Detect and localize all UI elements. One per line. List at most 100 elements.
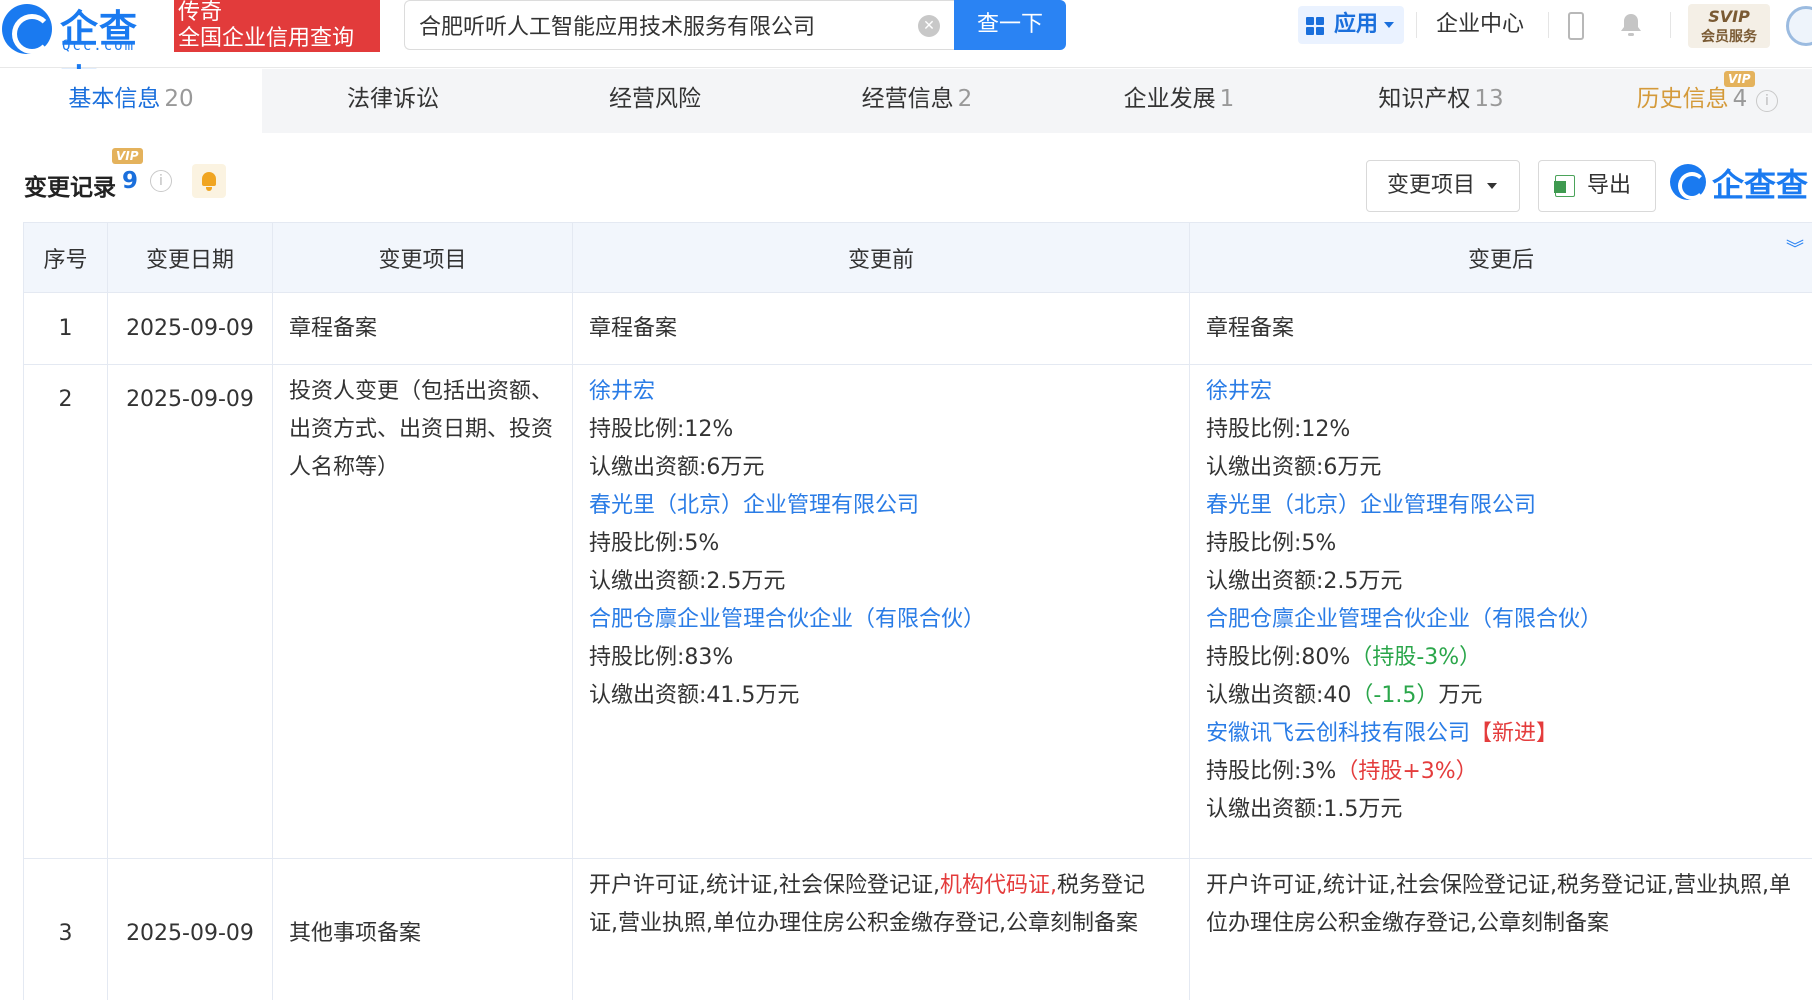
- search-input[interactable]: [419, 1, 899, 49]
- new-investor-line: 安徽讯飞云创科技有限公司【新进】: [1206, 715, 1796, 753]
- row-date-text: 2025-09-09: [126, 387, 254, 412]
- investor-link[interactable]: 徐井宏: [589, 373, 1173, 411]
- export-label: 导出: [1587, 173, 1632, 198]
- notification-bell-icon[interactable]: [1619, 12, 1643, 38]
- logo-mark-icon: [1670, 164, 1706, 200]
- filter-label: 变更项目: [1387, 173, 1476, 198]
- investor-amount: 认缴出资额:6万元: [589, 455, 765, 480]
- expand-chevrons-icon[interactable]: ︾: [1786, 241, 1804, 259]
- amount-decrease: （-1.5）: [1351, 683, 1439, 708]
- col-header-after-label: 变更后: [1467, 247, 1534, 273]
- monitor-bell-icon[interactable]: [192, 164, 226, 198]
- row-after: 开户许可证,统计证,社会保险登记证,税务登记证,营业执照,单位办理住房公积金缴存…: [1189, 858, 1812, 1000]
- investor-ratio-line: 持股比例:80%（持股-3%）: [1206, 639, 1796, 677]
- row-item: 章程备案: [272, 292, 573, 365]
- investor-amount: 认缴出资额:1.5万元: [1206, 797, 1403, 822]
- section-count: 9: [122, 168, 139, 194]
- apps-menu-button[interactable]: 应用: [1298, 6, 1404, 44]
- divider: [1548, 12, 1549, 38]
- tab-bar: 基本信息 20 法律诉讼 经营风险 经营信息 2 企业发展 1 知识产权 13 历史信息…: [0, 69, 1812, 133]
- svip-label: SVIP: [1708, 7, 1750, 26]
- investor-link[interactable]: 安徽讯飞云创科技有限公司: [1206, 721, 1470, 746]
- qcc-watermark-logo: 企查查: [1670, 162, 1812, 204]
- change-record-table: 序号 变更日期 变更项目 变更前 变更后 ︾ 1 2025-09-09 章程备案 …: [23, 222, 1812, 1000]
- chevron-down-icon: [1487, 183, 1498, 189]
- row-after: 章程备案: [1189, 292, 1812, 365]
- divider: [1670, 12, 1671, 38]
- ratio-decrease: （持股-3%）: [1350, 645, 1482, 670]
- vip-badge: VIP: [112, 148, 143, 164]
- mobile-phone-icon[interactable]: [1568, 12, 1584, 40]
- before-text-1: 开户许可证,统计证,社会保险登记证,: [589, 873, 940, 898]
- investor-ratio: 持股比例:5%: [589, 531, 720, 556]
- investor-amount-line: 认缴出资额:40（-1.5）万元: [1206, 677, 1796, 715]
- clear-search-icon[interactable]: ✕: [918, 15, 940, 37]
- investor-ratio: 持股比例:12%: [589, 417, 734, 442]
- row-date: 2025-09-09: [107, 858, 273, 1000]
- investor-ratio: 持股比例:12%: [1206, 417, 1351, 442]
- col-header-after: 变更后 ︾: [1189, 222, 1812, 293]
- tab-legal[interactable]: 法律诉讼: [262, 69, 524, 133]
- investor-link[interactable]: 春光里（北京）企业管理有限公司: [589, 487, 1173, 525]
- logo-mark-icon: [2, 4, 52, 54]
- tab-count: 2: [957, 86, 973, 112]
- table-header-row: 序号 变更日期 变更项目 变更前 变更后 ︾: [23, 222, 1812, 293]
- row-no: 3: [23, 858, 108, 1000]
- tab-label: 经营风险: [609, 86, 701, 112]
- col-header-before: 变更前: [572, 222, 1190, 293]
- tab-label: 历史信息: [1636, 86, 1729, 112]
- investor-link[interactable]: 合肥仓廪企业管理合伙企业（有限合伙）: [1206, 601, 1796, 639]
- qcc-logo[interactable]: 企查查 Qcc.com: [2, 0, 174, 106]
- tab-development[interactable]: 企业发展 1: [1048, 69, 1310, 133]
- enterprise-center-link[interactable]: 企业中心: [1436, 6, 1524, 44]
- vip-badge: VIP: [1724, 71, 1755, 87]
- ratio-increase: （持股+3%）: [1336, 759, 1478, 784]
- investor-ratio-line: 持股比例:3%（持股+3%）: [1206, 753, 1796, 791]
- investor-amount: 认缴出资额:40: [1206, 683, 1352, 708]
- investor-link[interactable]: 春光里（北京）企业管理有限公司: [1206, 487, 1796, 525]
- row-item: 其他事项备案: [272, 858, 573, 1000]
- row-date: 2025-09-09: [107, 364, 273, 859]
- col-header-no: 序号: [23, 222, 108, 293]
- divider: [1416, 12, 1417, 38]
- row-after: 徐井宏 持股比例:12% 认缴出资额:6万元 春光里（北京）企业管理有限公司 持…: [1189, 364, 1812, 859]
- watermark-text: 企查查: [1712, 166, 1809, 204]
- search-button[interactable]: 查一下: [954, 0, 1066, 50]
- investor-ratio: 持股比例:80%: [1206, 645, 1351, 670]
- row-no: 1: [23, 292, 108, 365]
- user-avatar[interactable]: [1786, 6, 1812, 46]
- info-icon[interactable]: i: [150, 170, 172, 192]
- investor-amount: 认缴出资额:6万元: [1206, 455, 1382, 480]
- info-icon[interactable]: i: [1756, 90, 1778, 112]
- tab-label: 经营信息: [861, 86, 954, 112]
- col-header-date: 变更日期: [107, 222, 273, 293]
- tab-label: 基本信息: [68, 86, 161, 112]
- change-item-filter-dropdown[interactable]: 变更项目: [1366, 160, 1520, 212]
- investor-ratio: 持股比例:5%: [1206, 531, 1337, 556]
- table-row: 3 2025-09-09 其他事项备案 开户许可证,统计证,社会保险登记证,机构…: [23, 858, 1812, 1000]
- tab-label: 企业发展: [1123, 86, 1216, 112]
- row-before: 开户许可证,统计证,社会保险登记证,机构代码证,税务登记证,营业执照,单位办理住…: [572, 858, 1190, 1000]
- new-investor-tag: 【新进】: [1470, 721, 1559, 746]
- apps-menu-label: 应用: [1334, 12, 1379, 37]
- tab-label: 知识产权: [1378, 86, 1471, 112]
- amount-unit: 万元: [1438, 683, 1483, 708]
- tab-operating-info[interactable]: 经营信息 2: [786, 69, 1048, 133]
- svip-membership-button[interactable]: SVIP 会员服务: [1688, 4, 1770, 48]
- tab-count: 1: [1219, 86, 1235, 112]
- grid-icon: [1306, 17, 1324, 35]
- search-box: ✕: [404, 0, 954, 50]
- removed-item: 机构代码证,: [939, 873, 1057, 898]
- row-before: 章程备案: [572, 292, 1190, 365]
- export-button[interactable]: 导出: [1538, 160, 1656, 212]
- investor-ratio: 持股比例:3%: [1206, 759, 1337, 784]
- tab-intellectual-property[interactable]: 知识产权 13: [1310, 69, 1572, 133]
- row-no-text: 2: [58, 387, 73, 412]
- tab-operating-risk[interactable]: 经营风险: [524, 69, 786, 133]
- row-item: 投资人变更（包括出资额、出资方式、出资日期、投资人名称等）: [272, 364, 573, 859]
- investor-link[interactable]: 合肥仓廪企业管理合伙企业（有限合伙）: [589, 601, 1173, 639]
- tab-basic-info[interactable]: 基本信息 20: [0, 69, 262, 133]
- investor-link[interactable]: 徐井宏: [1206, 373, 1796, 411]
- slogan-line-2: 全国企业信用查询: [178, 26, 355, 51]
- tab-count: 20: [164, 86, 194, 112]
